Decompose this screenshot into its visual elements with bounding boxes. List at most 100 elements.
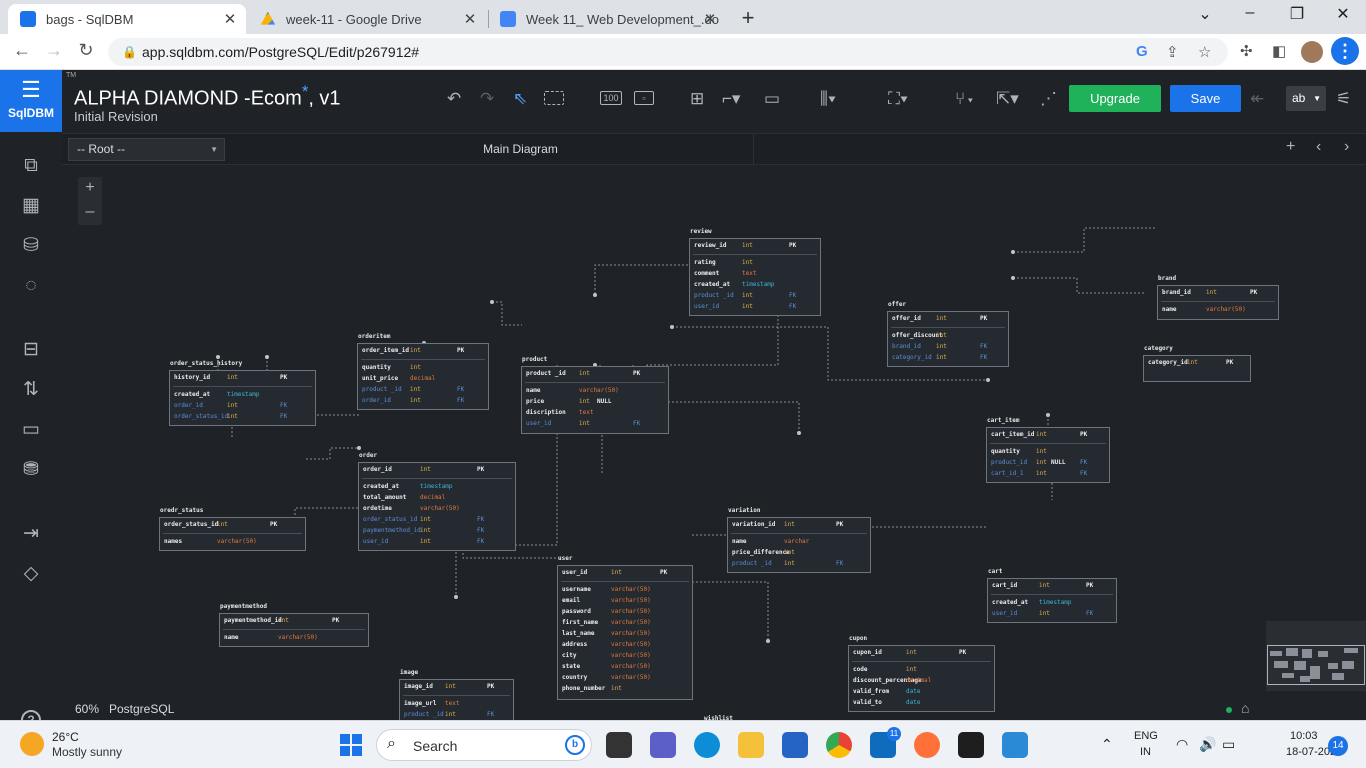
- entity-column-row[interactable]: unit_price decimal: [362, 375, 484, 386]
- entity-order-status-history[interactable]: order_status_history history_id int PK creat…: [169, 360, 316, 426]
- root-select[interactable]: -- Root -- ▼: [68, 138, 225, 161]
- entity-column-row[interactable]: category_id int FK: [892, 354, 1004, 365]
- book-icon[interactable]: ⊟: [19, 338, 43, 362]
- database-settings-icon[interactable]: ⛃: [19, 458, 43, 482]
- entity-column-row[interactable]: offer_discount int: [892, 332, 1004, 343]
- entity-order[interactable]: order order_id int PK created_at timestamp tot…: [358, 452, 516, 551]
- teams-icon[interactable]: [650, 732, 676, 758]
- entity-column-row[interactable]: order_status_id int FK: [363, 516, 511, 527]
- browser-menu-icon[interactable]: ⋮: [1331, 37, 1359, 65]
- entity-column-row[interactable]: quantity int: [362, 364, 484, 375]
- chrome-icon[interactable]: [826, 732, 852, 758]
- chevron-left-icon[interactable]: ‹: [1316, 138, 1321, 156]
- home-view-icon[interactable]: ⌂: [1241, 700, 1249, 716]
- open-external-icon[interactable]: ⇱▾: [996, 88, 1019, 110]
- restore-icon[interactable]: ❐: [1287, 4, 1307, 24]
- entity-column-row[interactable]: discount_percentage decimal: [853, 677, 990, 688]
- forward-icon[interactable]: →: [42, 40, 66, 61]
- tab-google-drive[interactable]: week-11 - Google Drive ✕: [248, 4, 486, 34]
- view-options-icon[interactable]: ⫼▾: [820, 88, 836, 110]
- entity-column-row[interactable]: cart_item_id int PK: [991, 431, 1105, 442]
- tab-google-docs[interactable]: Week 11_ Web Development_.do ✕: [488, 4, 726, 34]
- entity-column-row[interactable]: state varchar(50): [562, 663, 688, 674]
- sqldbm-logo[interactable]: ☰ SqlDBM: [0, 70, 62, 132]
- entity-column-row[interactable]: order_id int FK: [174, 402, 311, 413]
- entity-column-row[interactable]: cupon_id int PK: [853, 649, 990, 660]
- upgrade-button[interactable]: Upgrade: [1069, 85, 1161, 112]
- relationship-icon[interactable]: ⌐▾: [722, 88, 740, 110]
- entity-brand[interactable]: brand brand_id int PK name varchar(50): [1157, 275, 1279, 320]
- entity-column-row[interactable]: order_status_id int FK: [174, 413, 311, 424]
- extensions-icon[interactable]: ✣: [1240, 42, 1253, 60]
- new-tab-button[interactable]: +: [738, 5, 758, 31]
- entity-column-row[interactable]: product _id int FK: [694, 292, 816, 303]
- google-icon[interactable]: G: [1136, 43, 1148, 60]
- entity-cart[interactable]: cart cart_id int PK created_at timestamp user_…: [987, 568, 1117, 623]
- profile-avatar[interactable]: [1301, 41, 1323, 63]
- reload-icon[interactable]: ↻: [74, 40, 98, 61]
- tab-search-icon[interactable]: ⌄: [1195, 4, 1215, 24]
- firefox-icon[interactable]: [914, 732, 940, 758]
- database-icon[interactable]: ⛁: [19, 234, 43, 258]
- entity-column-row[interactable]: history_id int PK: [174, 374, 311, 385]
- close-tab-icon[interactable]: ✕: [222, 10, 238, 28]
- entity-column-row[interactable]: user_id int FK: [694, 303, 816, 314]
- url-field[interactable]: 🔒 app.sqldbm.com/PostgreSQL/Edit/p267912…: [108, 38, 1228, 66]
- entity-column-row[interactable]: order_status_id int PK: [164, 521, 301, 532]
- bookmark-star-icon[interactable]: ☆: [1198, 43, 1211, 61]
- photos-icon[interactable]: [1002, 732, 1028, 758]
- entity-column-row[interactable]: quantity int: [991, 448, 1105, 459]
- entity-column-row[interactable]: category_id int PK: [1148, 359, 1246, 370]
- entity-orderitem[interactable]: orderitem order_item_id int PK quantity int un…: [357, 333, 489, 410]
- git-branch-icon[interactable]: ⑂▾: [955, 88, 975, 110]
- entity-column-row[interactable]: product _id int PK: [526, 370, 664, 381]
- project-title[interactable]: ALPHA DIAMOND -Ecom*, v1: [74, 82, 341, 111]
- store-icon[interactable]: [782, 732, 808, 758]
- edge-icon[interactable]: [694, 732, 720, 758]
- undo-icon[interactable]: ↶: [447, 88, 461, 110]
- minimize-icon[interactable]: –: [1240, 4, 1260, 22]
- entity-column-row[interactable]: phone_number int: [562, 685, 688, 696]
- entity-column-row[interactable]: valid_from date: [853, 688, 990, 699]
- entity-column-row[interactable]: created_at timestamp: [694, 281, 816, 292]
- entity-column-row[interactable]: name varchar: [732, 538, 866, 549]
- entity-product[interactable]: product product _id int PK name varchar(50) pr…: [521, 356, 669, 434]
- entity-column-row[interactable]: price int NULL: [526, 398, 664, 409]
- entity-column-row[interactable]: email varchar(50): [562, 597, 688, 608]
- entity-column-row[interactable]: name varchar(50): [1162, 306, 1274, 317]
- entity-column-row[interactable]: brand_id int FK: [892, 343, 1004, 354]
- entity-column-row[interactable]: product _id int FK: [732, 560, 866, 571]
- chevron-right-icon[interactable]: ›: [1344, 138, 1349, 156]
- entity-column-row[interactable]: username varchar(50): [562, 586, 688, 597]
- share-diagram-icon[interactable]: ⋰: [1040, 88, 1057, 110]
- table-icon[interactable]: ▦: [19, 194, 43, 218]
- diagram-canvas[interactable]: + – review review_id int PK rating int comment…: [62, 165, 1366, 720]
- entity-column-row[interactable]: total_amount decimal: [363, 494, 511, 505]
- entity-column-row[interactable]: discription text: [526, 409, 664, 420]
- revert-icon[interactable]: ↞: [1250, 88, 1264, 110]
- compare-icon[interactable]: ⇅: [19, 378, 43, 402]
- select-area-icon[interactable]: [544, 91, 564, 105]
- save-button[interactable]: Save: [1170, 85, 1241, 112]
- entity-column-row[interactable]: name varchar(50): [526, 387, 664, 398]
- entity-column-row[interactable]: user_id int FK: [526, 420, 664, 431]
- entity-column-row[interactable]: user_id int FK: [992, 610, 1112, 621]
- entity-column-row[interactable]: product_id int NULL FK: [991, 459, 1105, 470]
- entity-column-row[interactable]: user_id int FK: [363, 538, 511, 549]
- weather-icon[interactable]: [20, 732, 44, 756]
- entity-column-row[interactable]: review_id int PK: [694, 242, 816, 253]
- entity-column-row[interactable]: paymentmethod_id int FK: [363, 527, 511, 538]
- layers-icon[interactable]: ◇: [19, 562, 43, 586]
- hierarchy-icon[interactable]: ⧉: [19, 154, 43, 178]
- battery-icon[interactable]: ▭: [1222, 736, 1235, 753]
- notification-badge[interactable]: 14: [1328, 736, 1348, 756]
- entity-variation[interactable]: variation variation_id int PK name varchar pri…: [727, 507, 871, 573]
- pointer-icon[interactable]: ⇖: [513, 88, 527, 110]
- entity-column-row[interactable]: image_id int PK: [404, 683, 509, 694]
- entity-offer[interactable]: offer offer_id int PK offer_discount int brand…: [887, 301, 1009, 367]
- close-tab-icon[interactable]: ✕: [462, 10, 478, 28]
- entity-column-row[interactable]: comment text: [694, 270, 816, 281]
- back-icon[interactable]: ←: [10, 40, 34, 61]
- add-diagram-icon[interactable]: +: [1286, 138, 1295, 156]
- frame-icon[interactable]: ⛶▾: [888, 88, 908, 110]
